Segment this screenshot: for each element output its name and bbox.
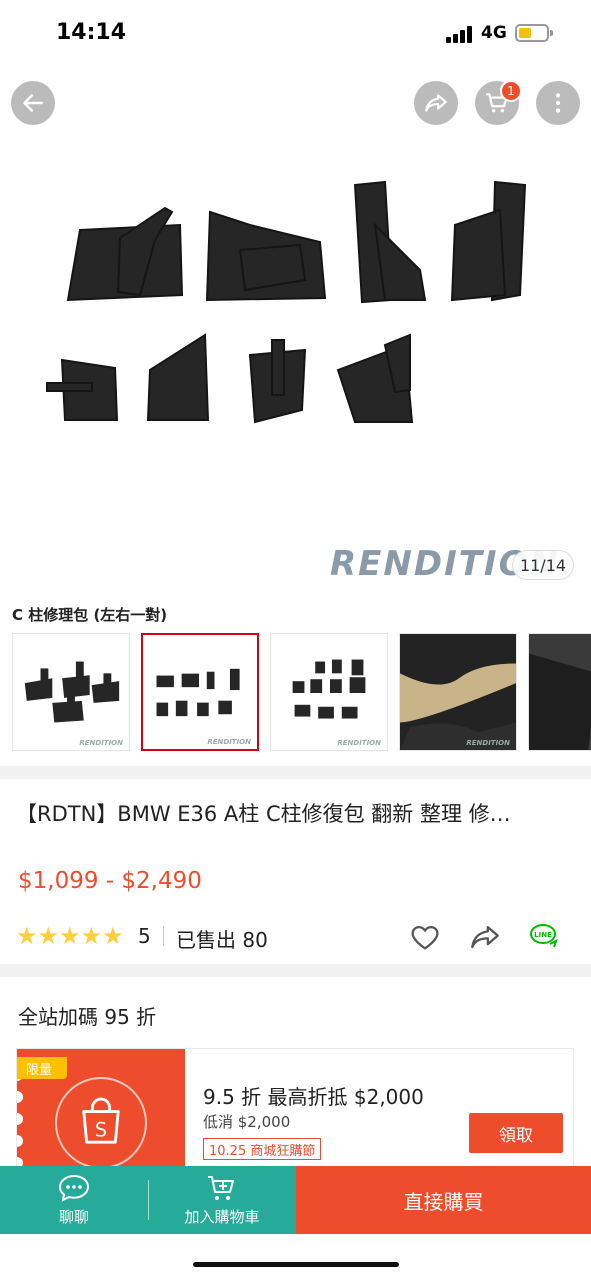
cart-badge: 1 <box>500 80 522 102</box>
share-icon[interactable] <box>468 920 502 954</box>
add-to-cart-label: 加入購物車 <box>184 1208 260 1226</box>
divider <box>163 926 164 946</box>
shopping-bag-icon: S <box>82 1097 120 1144</box>
thumbnail-photo <box>529 634 591 750</box>
network-type: 4G <box>481 23 507 43</box>
add-to-cart-button[interactable]: 加入購物車 <box>148 1166 296 1234</box>
thumbnail[interactable]: RENDITION <box>270 633 388 751</box>
product-main-image[interactable] <box>0 130 591 590</box>
home-indicator <box>193 1262 399 1267</box>
more-button[interactable] <box>536 81 580 125</box>
coupon-section-header: 全站加碼 95 折 <box>18 1005 157 1029</box>
coupon-card: S 限量 9.5 折 最高折抵 $2,000 低消 $2,000 10.25 商… <box>16 1048 574 1178</box>
share-icon <box>425 94 447 112</box>
add-cart-icon <box>208 1176 234 1200</box>
image-counter: 11/14 <box>512 550 574 580</box>
limited-tag: 限量 <box>17 1057 67 1079</box>
signal-icon <box>446 25 474 43</box>
chat-label: 聊聊 <box>58 1208 89 1226</box>
share-button[interactable] <box>414 81 458 125</box>
thumbnail-photo <box>156 668 240 717</box>
thumbnail[interactable]: RENDITION <box>399 633 517 751</box>
battery-icon <box>515 24 553 42</box>
claim-coupon-button[interactable]: 領取 <box>469 1113 563 1153</box>
buy-now-button[interactable]: 直接購買 <box>296 1166 591 1234</box>
thumbnail-brand: RENDITION <box>79 739 123 747</box>
rating-row: ★★★★★ 5 已售出 80 LINE <box>16 922 576 952</box>
product-page: 14:14 4G RENDITION 11/14 1 C 柱修理包 (左右一對)… <box>0 0 591 1280</box>
back-arrow-icon <box>23 94 43 112</box>
coupon-min-spend: 低消 $2,000 <box>203 1113 291 1131</box>
thumbnail-strip: RENDITION RENDITION RENDITION RENDITION <box>12 633 591 753</box>
rating-count: 5 <box>138 924 151 948</box>
variant-label: C 柱修理包 (左右一對) <box>12 606 168 624</box>
thumbnail-brand: RENDITION <box>337 739 381 747</box>
shop-logo: S <box>55 1077 147 1169</box>
coupon-title: 9.5 折 最高折抵 $2,000 <box>203 1085 424 1109</box>
svg-text:LINE: LINE <box>534 931 552 939</box>
sold-count: 已售出 80 <box>176 928 268 952</box>
thumbnail[interactable]: RENDITION <box>12 633 130 751</box>
more-vertical-icon <box>555 93 561 113</box>
status-bar: 14:14 4G <box>0 0 591 64</box>
thumbnail[interactable] <box>528 633 591 751</box>
thumbnail-photo <box>400 634 516 750</box>
rating-stars: ★★★★★ <box>16 922 124 950</box>
bottom-action-bar: 聊聊 加入購物車 直接購買 <box>0 1166 591 1234</box>
status-time: 14:14 <box>56 20 127 45</box>
heart-icon[interactable] <box>408 920 442 954</box>
thumbnail-brand: RENDITION <box>466 739 510 747</box>
coupon-event-tag: 10.25 商城狂購節 <box>203 1138 322 1160</box>
product-price: $1,099 - $2,490 <box>18 868 202 894</box>
section-divider <box>0 964 591 977</box>
chat-icon <box>58 1174 90 1202</box>
product-title: 【RDTN】BMW E36 A柱 C柱修復包 翻新 整理 修… <box>16 802 511 826</box>
section-divider <box>0 766 591 779</box>
chat-button[interactable]: 聊聊 <box>0 1166 148 1234</box>
product-photo <box>46 180 527 424</box>
back-button[interactable] <box>11 81 55 125</box>
thumbnail-brand: RENDITION <box>207 738 251 746</box>
svg-text:S: S <box>95 1118 107 1141</box>
thumbnail-photo <box>292 659 366 719</box>
thumbnail-photo <box>24 661 120 723</box>
thumbnail-selected[interactable]: RENDITION <box>141 633 259 751</box>
line-share-icon[interactable]: LINE <box>528 920 562 954</box>
